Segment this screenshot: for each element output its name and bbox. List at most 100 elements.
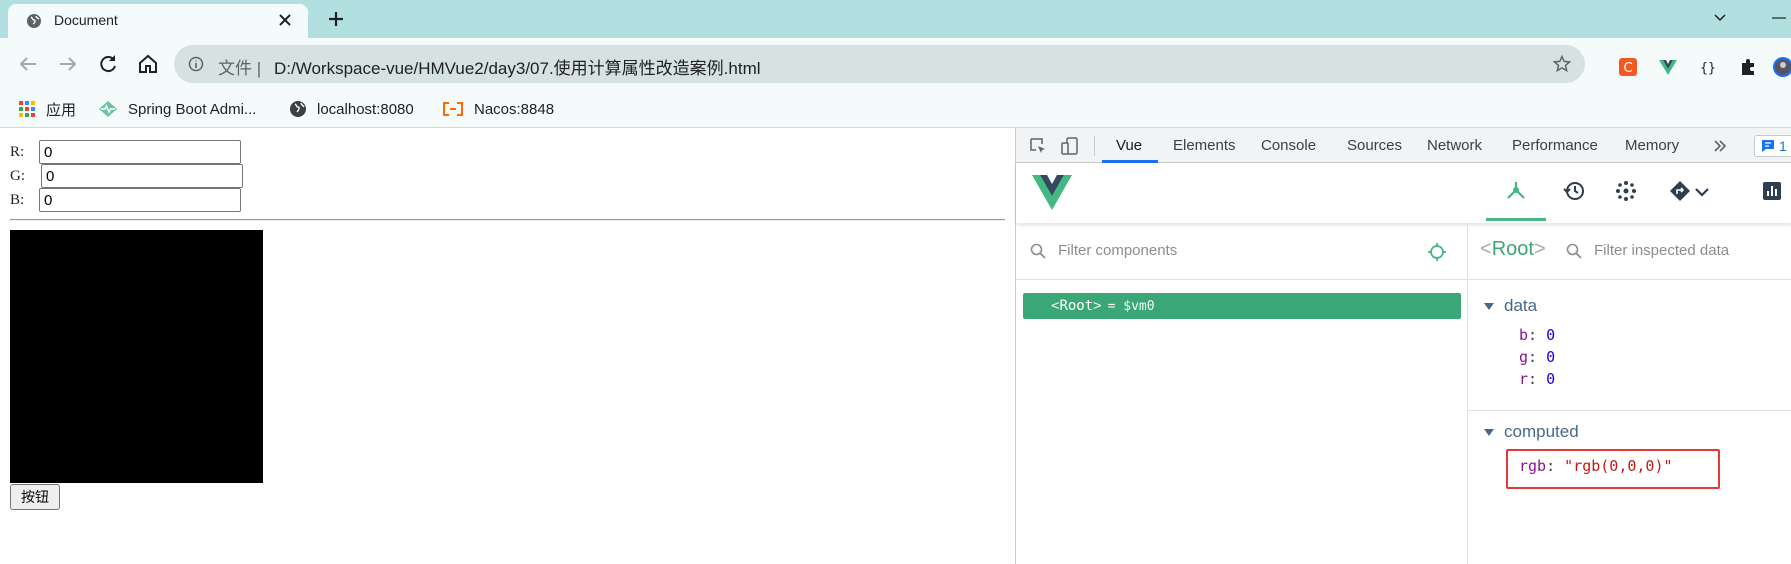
json-braces-icon[interactable]: {} (1698, 57, 1718, 77)
reload-icon[interactable] (96, 52, 120, 76)
data-section-title: data (1504, 296, 1538, 315)
toolbar-separator (1094, 136, 1095, 156)
prop-key: b (1519, 326, 1529, 344)
components-tree-icon[interactable] (1504, 179, 1528, 203)
bookmark-spring-boot-admin[interactable]: Spring Boot Admi... (98, 98, 256, 120)
select-component-target-icon[interactable] (1427, 242, 1447, 262)
search-icon (1030, 243, 1046, 259)
vue-logo-icon (1032, 175, 1072, 210)
performance-chart-icon[interactable] (1760, 179, 1784, 203)
bracket-icon (443, 102, 463, 116)
bookmark-nacos[interactable]: Nacos:8848 (442, 98, 554, 120)
vuex-dots-icon[interactable] (1614, 179, 1638, 203)
r-row: R: (10, 140, 241, 164)
computed-section-toggle[interactable]: computed (1484, 422, 1579, 442)
inspected-component-name: <Root> (1480, 238, 1546, 260)
section-divider (1468, 410, 1791, 411)
vue-devtools-header (1016, 163, 1791, 223)
tag-close-bracket: > (1093, 298, 1102, 314)
chevron-down-icon[interactable] (1694, 179, 1710, 203)
tab-network[interactable]: Network (1427, 137, 1482, 154)
minimize-icon[interactable] (1770, 10, 1786, 26)
b-row: B: (10, 188, 241, 212)
r-label: R: (10, 143, 25, 160)
c-extension-icon[interactable]: C (1618, 57, 1638, 77)
back-arrow-icon[interactable] (16, 52, 40, 76)
tab-memory[interactable]: Memory (1625, 137, 1679, 154)
bookmark-apps[interactable]: 应用 (18, 98, 76, 120)
devtools-panel: Vue Elements Console Sources Network Per… (1015, 128, 1791, 564)
message-icon (1762, 140, 1774, 152)
address-bar[interactable]: 文件 | D:/Workspace-vue/HMVue2/day3/07.使用计… (174, 45, 1585, 83)
g-input[interactable] (41, 164, 243, 188)
data-prop-g[interactable]: g: 0 (1519, 348, 1555, 366)
inspect-element-icon[interactable] (1028, 136, 1048, 156)
filter-inspected-data-input[interactable]: Filter inspected data (1594, 242, 1729, 259)
tab-sources[interactable]: Sources (1347, 137, 1402, 154)
history-icon[interactable] (1562, 179, 1586, 203)
tag-open-bracket: < (1051, 298, 1060, 314)
info-icon[interactable] (188, 56, 204, 72)
prop-key: g (1519, 348, 1529, 366)
prop-value: 0 (1546, 326, 1556, 344)
component-tree-root[interactable]: < Root > = $vm0 (1023, 293, 1461, 319)
component-name: Root (1059, 298, 1094, 314)
bookmark-star-icon[interactable] (1553, 55, 1571, 73)
tab-vue[interactable]: Vue (1116, 137, 1142, 154)
color-swatch (10, 230, 263, 483)
issues-badge[interactable]: 1 (1754, 135, 1791, 157)
vue-devtools-icon[interactable] (1658, 57, 1678, 77)
address-scheme: 文件 | (218, 59, 262, 78)
close-icon[interactable] (276, 11, 294, 29)
data-section-toggle[interactable]: data (1484, 296, 1537, 316)
active-view-indicator (1486, 218, 1546, 221)
device-toolbar-icon[interactable] (1060, 136, 1080, 156)
component-filter: Filter components (1016, 225, 1467, 280)
prop-value: 0 (1546, 370, 1556, 388)
pulse-icon (99, 101, 117, 117)
collapse-triangle-icon (1484, 428, 1494, 436)
apps-grid-icon (19, 101, 35, 117)
computed-section-title: computed (1504, 422, 1579, 441)
prop-value: 0 (1546, 348, 1556, 366)
tab-title: Document (54, 12, 118, 28)
address-url[interactable]: D:/Workspace-vue/HMVue2/day3/07.使用计算属性改造… (274, 54, 761, 79)
svg-text:{}: {} (1700, 61, 1716, 76)
tab-elements[interactable]: Elements (1173, 137, 1236, 154)
highlight-box (1506, 449, 1720, 489)
avatar[interactable] (1772, 57, 1791, 77)
issues-count: 1 (1779, 138, 1787, 154)
b-label: B: (10, 191, 25, 208)
bookmark-localhost[interactable]: localhost:8080 (289, 98, 414, 120)
more-tabs-icon[interactable] (1711, 137, 1729, 155)
data-prop-b[interactable]: b: 0 (1519, 326, 1555, 344)
g-row: G: (10, 164, 243, 188)
bookmark-label: localhost:8080 (317, 100, 414, 118)
data-prop-r[interactable]: r: 0 (1519, 370, 1555, 388)
tab-strip: Document (0, 0, 1791, 38)
b-input[interactable] (39, 188, 241, 212)
bookmarks-bar: 应用 Spring Boot Admi... localhost:8080 Na… (0, 90, 1791, 128)
filter-components-input[interactable]: Filter components (1058, 242, 1177, 259)
globe-icon (27, 14, 41, 28)
bookmark-label: Spring Boot Admi... (128, 100, 257, 118)
vm-assignment: = $vm0 (1107, 298, 1155, 314)
new-tab-icon[interactable] (326, 9, 346, 29)
router-icon[interactable] (1668, 179, 1692, 203)
forward-arrow-icon[interactable] (56, 52, 80, 76)
puzzle-icon[interactable] (1738, 57, 1758, 77)
globe-icon (290, 101, 306, 117)
r-input[interactable] (39, 140, 241, 164)
chevron-down-icon[interactable] (1712, 10, 1728, 26)
tab-performance[interactable]: Performance (1512, 137, 1598, 154)
browser-tab[interactable]: Document (8, 4, 308, 38)
tab-console[interactable]: Console (1261, 137, 1316, 154)
bookmark-label: 应用 (46, 101, 77, 119)
page-button[interactable]: 按钮 (10, 484, 60, 510)
horizontal-rule (10, 219, 1005, 221)
home-icon[interactable] (136, 52, 160, 76)
prop-key: r (1519, 370, 1529, 388)
page-viewport: R: G: B: 按钮 (0, 128, 1015, 564)
g-label: G: (10, 167, 25, 184)
browser-toolbar: 文件 | D:/Workspace-vue/HMVue2/day3/07.使用计… (0, 38, 1791, 90)
